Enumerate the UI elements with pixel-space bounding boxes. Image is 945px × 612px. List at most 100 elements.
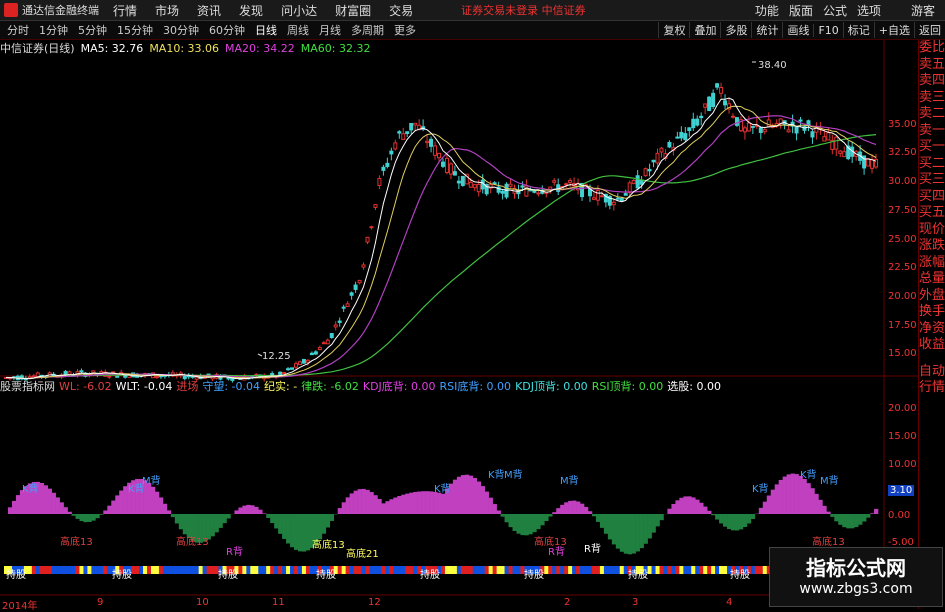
indicator-bar bbox=[743, 514, 747, 527]
candle-body bbox=[688, 128, 691, 131]
side-auto[interactable]: 自动 bbox=[919, 364, 945, 381]
side-bid5[interactable]: 买五 bbox=[919, 205, 945, 222]
indicator-bar bbox=[524, 514, 528, 535]
ribbon-cell bbox=[513, 566, 517, 574]
indicator-bar bbox=[628, 514, 632, 554]
indicator-bar bbox=[608, 514, 612, 539]
candlestick-series bbox=[4, 83, 877, 383]
ribbon-cell bbox=[28, 566, 32, 574]
candle-body bbox=[652, 160, 655, 161]
ind-rsi-bottom: RSI底背: 0.00 bbox=[439, 378, 511, 394]
ribbon-cell bbox=[83, 566, 87, 574]
ribbon-cell bbox=[175, 566, 179, 574]
indicator-bar bbox=[326, 514, 330, 528]
ribbon-cell bbox=[489, 566, 493, 574]
ribbon-cell bbox=[135, 566, 139, 574]
candle-body bbox=[620, 198, 623, 200]
hold-label: 持股 bbox=[524, 568, 544, 581]
low-annotation: 12.25 bbox=[262, 351, 291, 362]
indicator-bar bbox=[242, 506, 246, 514]
side-turnover[interactable]: 换手 bbox=[919, 304, 945, 321]
candle-body bbox=[867, 159, 870, 166]
side-volume[interactable]: 总量 bbox=[919, 271, 945, 288]
indicator-bar bbox=[477, 481, 481, 514]
ribbon-cell bbox=[648, 566, 652, 574]
side-ask1[interactable]: 卖一 bbox=[919, 123, 945, 140]
indicator-bar bbox=[493, 504, 497, 514]
indicator-bar bbox=[76, 514, 80, 519]
ribbon-cell bbox=[453, 566, 457, 574]
ribbon-cell bbox=[286, 566, 290, 574]
candle-body bbox=[680, 132, 683, 137]
indicator-bar bbox=[791, 474, 795, 514]
high-bottom-21-label: 高底21 bbox=[346, 547, 379, 560]
ribbon-cell bbox=[147, 566, 151, 574]
ribbon-cell bbox=[675, 566, 679, 574]
ma10-value: MA10: 33.06 bbox=[149, 42, 219, 55]
ribbon-cell bbox=[461, 566, 465, 574]
ribbon-cell bbox=[373, 566, 377, 574]
indicator-bar bbox=[739, 514, 743, 529]
side-ask5[interactable]: 卖五 bbox=[919, 57, 945, 74]
ribbon-cell bbox=[290, 566, 294, 574]
r-back-label: R背 bbox=[584, 542, 601, 555]
stock-info-bar: 中信证券(日线) MA5: 32.76 MA10: 33.06 MA20: 34… bbox=[0, 40, 376, 56]
ind-kdj-bottom: KDJ底背: 0.00 bbox=[363, 378, 436, 394]
side-outer[interactable]: 外盘 bbox=[919, 288, 945, 305]
candle-body bbox=[370, 227, 373, 228]
side-change[interactable]: 涨跌 bbox=[919, 238, 945, 255]
side-quotes[interactable]: 行情 bbox=[919, 380, 945, 397]
indicator-bar bbox=[12, 501, 16, 514]
stock-name[interactable]: 中信证券(日线) bbox=[0, 40, 75, 56]
indicator-bar bbox=[234, 510, 238, 514]
side-ask4[interactable]: 卖四 bbox=[919, 73, 945, 90]
indicator-bar bbox=[421, 491, 425, 514]
indicator-bar bbox=[787, 474, 791, 514]
candle-body bbox=[656, 153, 659, 163]
indicator-bar bbox=[632, 514, 636, 554]
indicator-bar bbox=[858, 514, 862, 525]
candle-body bbox=[569, 180, 572, 182]
indicator-bar bbox=[175, 514, 179, 523]
candle-body bbox=[414, 123, 417, 125]
candle-body bbox=[636, 176, 639, 188]
indicator-bar bbox=[771, 490, 775, 514]
ribbon-cell bbox=[306, 566, 310, 574]
candle-body bbox=[763, 130, 766, 132]
side-ask3[interactable]: 卖三 bbox=[919, 90, 945, 107]
side-net-assets[interactable]: 净资 bbox=[919, 321, 945, 338]
ribbon-cell bbox=[405, 566, 409, 574]
ribbon-cell bbox=[596, 566, 600, 574]
chart-canvas[interactable]: 38.40 12.25 K背 K背 M背 K背 K背 M背 M背 K背 K背 M… bbox=[0, 0, 945, 609]
ind-fall: 律跌: -6.02 bbox=[301, 378, 359, 394]
indicator-bar bbox=[580, 504, 584, 514]
indicator-bar bbox=[238, 508, 242, 514]
side-earnings[interactable]: 收益 bbox=[919, 337, 945, 354]
side-change-pct[interactable]: 涨幅 bbox=[919, 255, 945, 272]
indicator-bar bbox=[441, 494, 445, 514]
side-ask2[interactable]: 卖二 bbox=[919, 106, 945, 123]
indicator-bar bbox=[171, 514, 175, 517]
candle-body bbox=[310, 353, 313, 354]
side-price[interactable]: 现价 bbox=[919, 222, 945, 239]
ribbon-cell bbox=[183, 566, 187, 574]
indicator-bar bbox=[258, 510, 262, 514]
candle-body bbox=[553, 181, 556, 183]
side-bid4[interactable]: 买四 bbox=[919, 189, 945, 206]
side-bid3[interactable]: 买三 bbox=[919, 172, 945, 189]
side-bid2[interactable]: 买二 bbox=[919, 156, 945, 173]
candle-body bbox=[624, 194, 627, 196]
indicator-bar bbox=[803, 479, 807, 514]
indicator-name[interactable]: 股票指标网 bbox=[0, 378, 55, 394]
indicator-bar bbox=[306, 514, 310, 550]
indicator-bar bbox=[79, 514, 83, 521]
ribbon-cell bbox=[64, 566, 68, 574]
indicator-bar bbox=[389, 499, 393, 514]
side-bid1[interactable]: 买一 bbox=[919, 139, 945, 156]
ribbon-cell bbox=[397, 566, 401, 574]
ribbon-cell bbox=[588, 566, 592, 574]
indicator-bar bbox=[278, 514, 282, 534]
side-commission-ratio[interactable]: 委比 bbox=[919, 40, 945, 57]
candle-body bbox=[660, 148, 663, 152]
indicator-bar bbox=[528, 514, 532, 534]
